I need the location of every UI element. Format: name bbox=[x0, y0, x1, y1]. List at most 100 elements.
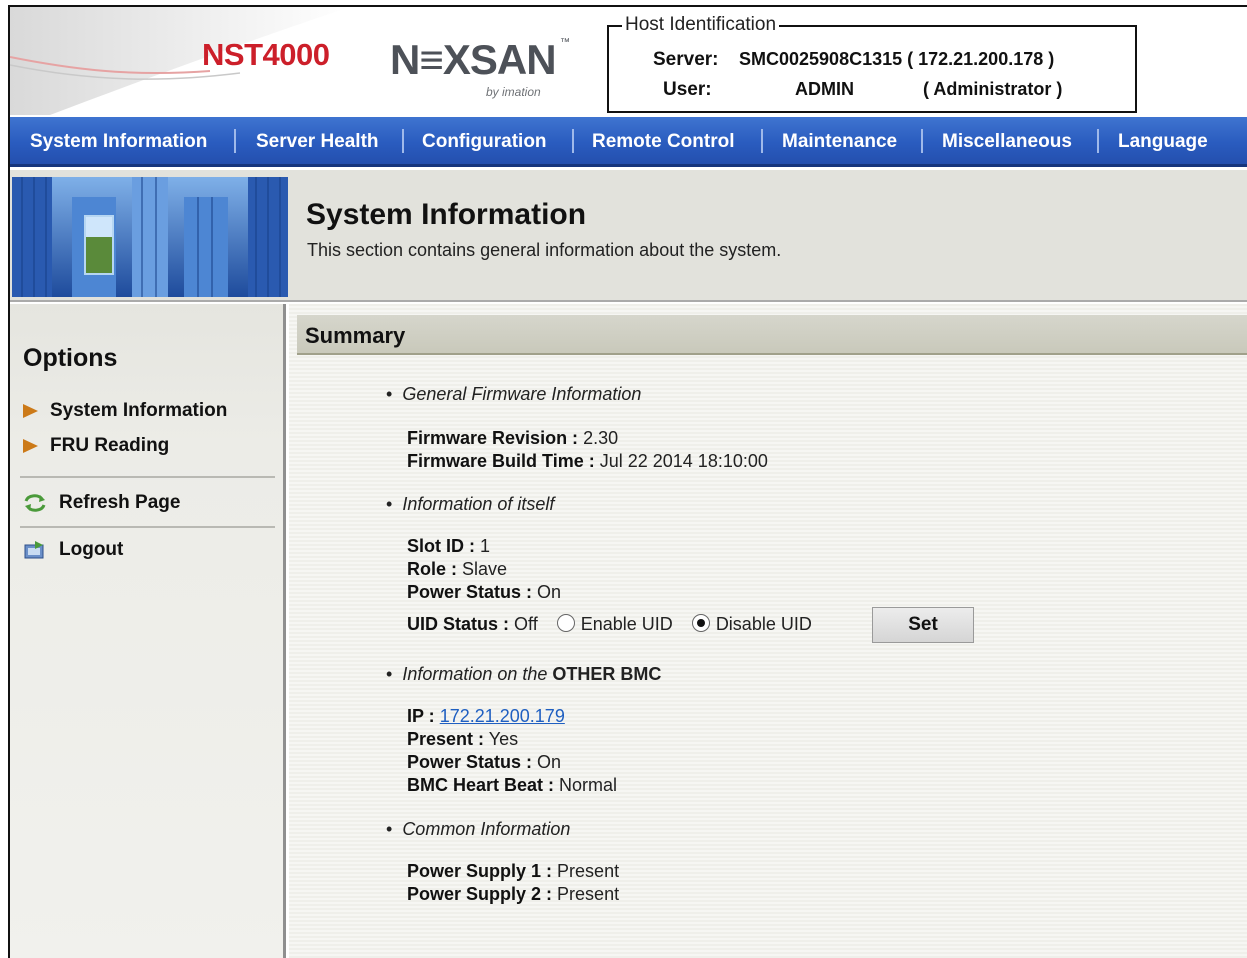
page-banner: System Information This section contains… bbox=[10, 170, 1247, 302]
common-heading-text: Common Information bbox=[402, 819, 571, 839]
uid-status-label: UID Status : bbox=[407, 614, 510, 634]
slot-id-row: Slot ID : 1 bbox=[407, 536, 490, 557]
nav-language[interactable]: Language bbox=[1118, 131, 1208, 153]
header-swoosh-graphic bbox=[10, 7, 350, 115]
firmware-heading-text: General Firmware Information bbox=[402, 384, 642, 404]
nav-separator bbox=[572, 129, 574, 153]
header: NST4000 N≡XSAN ™ by imation Host Identif… bbox=[10, 7, 1247, 115]
main-nav: System Information Server Health Configu… bbox=[10, 117, 1247, 167]
nexsan-logo: N≡XSAN ™ by imation bbox=[390, 36, 570, 100]
other-bmc-power-value: On bbox=[537, 752, 562, 772]
sidebar-item-label: Logout bbox=[59, 539, 124, 560]
other-bmc-present-label: Present : bbox=[407, 729, 485, 749]
nav-server-health[interactable]: Server Health bbox=[256, 131, 379, 153]
nav-separator bbox=[761, 129, 763, 153]
user-label: User: bbox=[663, 79, 712, 100]
nav-miscellaneous[interactable]: Miscellaneous bbox=[942, 131, 1072, 153]
brand-subtitle: by imation bbox=[486, 85, 541, 99]
sidebar-item-label: System Information bbox=[50, 400, 228, 421]
uid-status-value: Off bbox=[514, 614, 538, 634]
slot-id-label: Slot ID : bbox=[407, 536, 475, 556]
other-bmc-section-heading: • Information on the OTHER BMC bbox=[386, 664, 662, 684]
server-label: Server: bbox=[653, 49, 719, 70]
power-supply-1-label: Power Supply 1 : bbox=[407, 861, 553, 881]
common-section-heading: • Common Information bbox=[386, 819, 571, 839]
arrow-icon bbox=[23, 404, 38, 418]
nav-remote-control[interactable]: Remote Control bbox=[592, 131, 735, 153]
nav-separator bbox=[1097, 129, 1099, 153]
sidebar-divider bbox=[20, 526, 275, 528]
page-description: This section contains general informatio… bbox=[307, 240, 782, 260]
logout-icon bbox=[24, 541, 44, 559]
power-status-value: On bbox=[537, 582, 562, 602]
sidebar-item-refresh-page[interactable]: Refresh Page bbox=[23, 492, 180, 514]
options-sidebar: Options System Information FRU Reading R… bbox=[10, 304, 286, 958]
main-content: Summary • General Firmware Information Fi… bbox=[289, 304, 1247, 958]
role-row: Role : Slave bbox=[407, 559, 507, 580]
server-room-image bbox=[12, 177, 288, 297]
product-name: NST4000 bbox=[202, 37, 330, 72]
nav-separator bbox=[402, 129, 404, 153]
other-bmc-present-value: Yes bbox=[488, 729, 519, 749]
summary-title: Summary bbox=[305, 323, 406, 348]
disable-uid-label[interactable]: Disable UID bbox=[716, 614, 812, 634]
nav-system-information[interactable]: System Information bbox=[30, 131, 207, 153]
other-bmc-ip-link[interactable]: 172.21.200.179 bbox=[440, 706, 565, 726]
nav-separator bbox=[921, 129, 923, 153]
sidebar-item-system-information[interactable]: System Information bbox=[23, 400, 227, 422]
arrow-icon bbox=[23, 439, 38, 453]
enable-uid-label[interactable]: Enable UID bbox=[581, 614, 673, 634]
itself-heading-text: Information of itself bbox=[402, 494, 555, 514]
sidebar-item-fru-reading[interactable]: FRU Reading bbox=[23, 435, 169, 457]
slot-id-value: 1 bbox=[480, 536, 491, 556]
power-status-label: Power Status : bbox=[407, 582, 533, 602]
server-value: SMC0025908C1315 ( 172.21.200.178 ) bbox=[739, 49, 1055, 69]
power-supply-2-row: Power Supply 2 : Present bbox=[407, 884, 619, 905]
nav-configuration[interactable]: Configuration bbox=[422, 131, 547, 153]
power-supply-1-row: Power Supply 1 : Present bbox=[407, 861, 619, 882]
other-bmc-present-row: Present : Yes bbox=[407, 729, 518, 750]
firmware-section-heading: • General Firmware Information bbox=[386, 384, 642, 404]
firmware-build-time-value: Jul 22 2014 18:10:00 bbox=[599, 451, 768, 471]
other-bmc-heartbeat-row: BMC Heart Beat : Normal bbox=[407, 775, 617, 796]
refresh-icon bbox=[24, 494, 46, 512]
other-bmc-heading-strong: OTHER BMC bbox=[552, 664, 662, 684]
user-value: ADMIN bbox=[795, 79, 854, 99]
other-bmc-ip-label: IP : bbox=[407, 706, 435, 726]
enable-uid-radio[interactable] bbox=[556, 614, 575, 632]
itself-section-heading: • Information of itself bbox=[386, 494, 555, 514]
disable-uid-radio[interactable] bbox=[691, 614, 710, 632]
sidebar-divider bbox=[20, 476, 275, 478]
firmware-revision-label: Firmware Revision : bbox=[407, 428, 579, 448]
nav-maintenance[interactable]: Maintenance bbox=[782, 131, 897, 153]
host-identification-legend: Host Identification bbox=[622, 14, 780, 36]
other-bmc-heartbeat-label: BMC Heart Beat : bbox=[407, 775, 555, 795]
sidebar-item-logout[interactable]: Logout bbox=[23, 539, 123, 561]
other-bmc-ip-row: IP : 172.21.200.179 bbox=[407, 706, 565, 727]
sidebar-item-label: Refresh Page bbox=[59, 492, 181, 513]
brand-wordmark: N≡XSAN bbox=[390, 36, 557, 83]
power-supply-2-value: Present bbox=[557, 884, 620, 904]
options-title: Options bbox=[23, 344, 118, 372]
summary-header: Summary bbox=[297, 315, 1247, 355]
power-supply-1-value: Present bbox=[557, 861, 620, 881]
nav-separator bbox=[234, 129, 236, 153]
other-bmc-power-row: Power Status : On bbox=[407, 752, 561, 773]
firmware-build-time-row: Firmware Build Time : Jul 22 2014 18:10:… bbox=[407, 451, 768, 472]
uid-status-row: UID Status : Off Enable UID Disable UID bbox=[407, 614, 812, 635]
firmware-build-time-label: Firmware Build Time : bbox=[407, 451, 595, 471]
power-status-row: Power Status : On bbox=[407, 582, 561, 603]
other-bmc-heartbeat-value: Normal bbox=[559, 775, 618, 795]
user-role: ( Administrator ) bbox=[923, 79, 1063, 99]
trademark-mark: ™ bbox=[559, 37, 570, 48]
power-supply-2-label: Power Supply 2 : bbox=[407, 884, 553, 904]
other-bmc-power-label: Power Status : bbox=[407, 752, 533, 772]
browser-page: NST4000 N≡XSAN ™ by imation Host Identif… bbox=[8, 5, 1247, 958]
sidebar-item-label: FRU Reading bbox=[50, 435, 170, 456]
other-bmc-heading-prefix: Information on the bbox=[402, 664, 548, 684]
set-uid-button[interactable]: Set bbox=[872, 607, 974, 643]
page-title: System Information bbox=[306, 198, 587, 231]
firmware-revision-row: Firmware Revision : 2.30 bbox=[407, 428, 618, 449]
role-value: Slave bbox=[462, 559, 508, 579]
role-label: Role : bbox=[407, 559, 458, 579]
